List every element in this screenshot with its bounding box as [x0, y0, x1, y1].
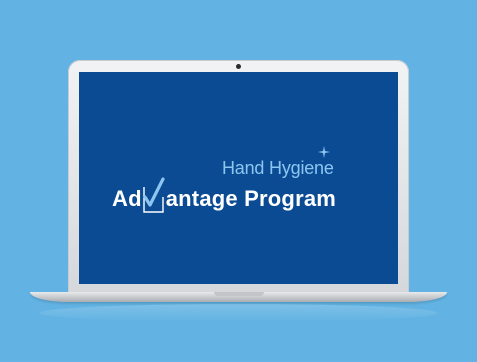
logo-text-antage-program: antage Program: [165, 186, 337, 211]
checkbox-checkmark-icon: [143, 177, 165, 213]
sparkle-icon: [318, 146, 330, 158]
laptop-screen: Hand Hygiene Ad antage Program: [79, 72, 398, 284]
laptop-lid: Hand Hygiene Ad antage Program: [68, 60, 409, 294]
laptop-base: [30, 292, 447, 302]
program-logo: Hand Hygiene Ad antage Program: [112, 146, 372, 218]
logo-line-advantage-program: Ad antage Program: [112, 177, 337, 214]
logo-text-ad: Ad: [112, 186, 142, 211]
camera-icon: [236, 64, 241, 69]
laptop-opening-notch: [214, 292, 264, 296]
logo-line-hand-hygiene: Hand Hygiene: [222, 158, 334, 178]
laptop-reflection: [40, 304, 437, 322]
laptop-illustration: Hand Hygiene Ad antage Program: [0, 0, 477, 362]
